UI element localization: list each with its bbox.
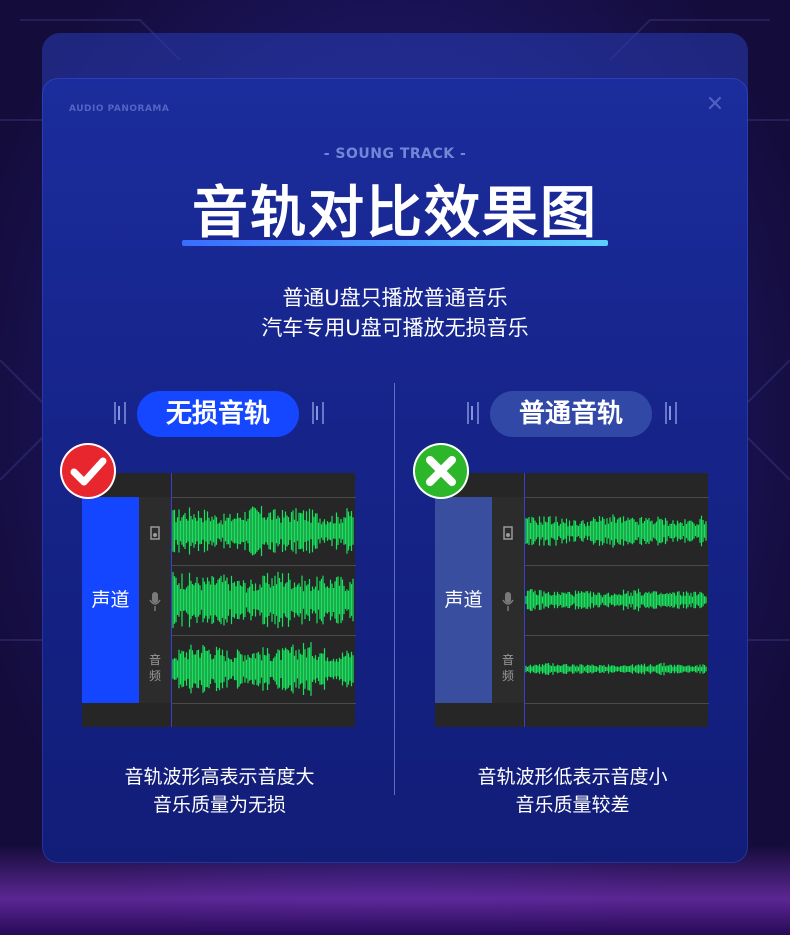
description-line-2: 汽车专用U盘可播放无损音乐 [261,316,529,340]
row-separator [525,635,709,636]
audio-label-text: 音频 [149,653,162,683]
waveform-track-2 [172,571,354,629]
decor-tick-icon [665,402,677,424]
waveform-editor-lossless: 声道 音频 [82,473,356,727]
waveform-track-1 [525,514,707,548]
waveform-svg [172,506,354,696]
decor-tick-icon [312,402,324,424]
waveform-area [524,473,709,727]
microphone-icon [492,591,524,616]
decor-tick-icon [114,402,126,424]
normal-column: 普通音轨 声道 音频 音轨波形低表示音度小 音乐质量较差 [413,388,735,816]
lossless-column: 无损音轨 声道 音频 音轨波形高表示音度大 音乐质量为无损 [60,388,382,816]
row-separator [525,703,709,704]
subtitle: - SOUNG TRACK - [323,146,467,162]
column-divider [394,383,395,795]
speaker-icon [139,525,171,544]
waveform-track-1 [172,506,354,556]
channel-label: 声道 [82,497,139,703]
waveform-area [171,473,356,727]
row-separator [525,565,709,566]
row-separator [172,703,356,704]
row-separator [172,565,356,566]
speaker-icon [492,525,524,544]
normal-caption: 音轨波形低表示音度小 音乐质量较差 [435,763,710,819]
row-separator [172,635,356,636]
waveform-track-3 [525,662,707,676]
page-title: 音轨对比效果图 [192,181,598,246]
caption-line-2: 音乐质量为无损 [152,794,286,816]
track-icon-column: 音频 [492,497,524,703]
check-icon [70,457,107,486]
description-line-1: 普通U盘只播放普通音乐 [282,286,508,310]
check-badge [60,443,116,499]
caption-line-1: 音轨波形高表示音度大 [124,766,315,788]
audio-label: 音频 [492,652,524,684]
caption-line-2: 音乐质量较差 [515,794,630,816]
cross-badge [413,443,469,499]
audio-label: 音频 [139,652,171,684]
track-icon-column: 音频 [139,497,171,703]
lossless-caption: 音轨波形高表示音度大 音乐质量为无损 [82,763,357,819]
normal-track-pill: 普通音轨 [490,391,652,437]
row-separator [525,497,709,498]
close-icon: ✕ [705,92,725,117]
waveform-track-2 [525,588,707,612]
main-card: AUDIO PANORAMA ✕ - SOUNG TRACK - 音轨对比效果图… [42,78,748,863]
cross-icon [426,456,456,486]
waveform-svg [525,514,707,676]
waveform-editor-normal: 声道 音频 [435,473,709,727]
channel-label: 声道 [435,497,492,703]
lossless-track-pill: 无损音轨 [137,391,299,437]
microphone-icon [139,591,171,616]
brand-label: AUDIO PANORAMA [69,104,170,114]
caption-line-1: 音轨波形低表示音度小 [477,766,668,788]
row-separator [172,497,356,498]
decor-tick-icon [467,402,479,424]
waveform-track-3 [172,642,354,696]
audio-label-text: 音频 [502,653,515,683]
